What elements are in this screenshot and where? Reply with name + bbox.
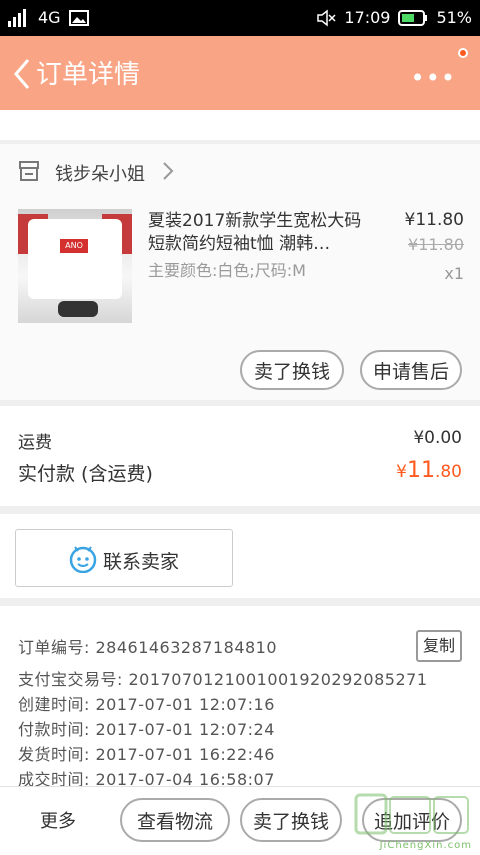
battery-icon [398, 9, 428, 26]
created-time: 创建时间: 2017-07-01 12:07:16 [18, 695, 275, 714]
chevron-right-icon [163, 162, 174, 180]
signal-icon [8, 8, 26, 27]
contact-seller-label: 联系卖家 [103, 551, 180, 573]
battery-percent: 51% [436, 8, 472, 27]
order-info-section: 订单编号: 28461463287184810 复制 支付宝交易号: 20170… [0, 606, 480, 789]
mute-icon [317, 8, 336, 27]
shop-name[interactable]: 钱步朵小姐 [55, 160, 145, 186]
resell-button[interactable]: 卖了换钱 [240, 350, 344, 390]
store-icon [19, 161, 39, 181]
paid-time: 付款时间: 2017-07-01 12:07:24 [18, 720, 275, 739]
status-bar: 4G 17:09 51% [0, 0, 480, 36]
paid-currency: ¥ [396, 462, 407, 482]
paid-decimal: .80 [434, 462, 462, 482]
bottom-action-bar: 更多 查看物流 卖了换钱 追加评价 JiChengXin.com [0, 786, 480, 855]
paid-integer: 11 [406, 458, 435, 483]
product-variant: 主要颜色:白色;尺码:M [148, 261, 306, 280]
status-left: 4G [8, 8, 89, 27]
more-button[interactable]: 更多 [40, 807, 76, 833]
thumb-shoes [58, 301, 98, 317]
paid-amount: ¥11.80 [396, 458, 462, 483]
product-title[interactable]: 夏装2017新款学生宽松大码短款简约短袖t恤 潮韩… [148, 210, 363, 256]
thumb-logo-tag: ANO [60, 239, 88, 253]
shop-row[interactable]: 钱步朵小姐 [0, 144, 480, 200]
alipay-trade-number: 支付宝交易号: 2017070121001001920292085271 [18, 670, 428, 689]
shipping-label: 运费 [18, 433, 52, 453]
image-icon [68, 9, 89, 26]
shipped-time: 发货时间: 2017-07-01 16:22:46 [18, 745, 275, 764]
shipping-value: ¥0.00 [413, 428, 462, 448]
thumb-tshirt [28, 219, 122, 299]
more-dots-icon[interactable]: ••• [411, 64, 456, 92]
contact-seller-button[interactable]: 联系卖家 [15, 529, 233, 587]
product-original-price: ¥11.80 [408, 235, 464, 254]
product-quantity: x1 [444, 264, 464, 283]
watermark-text: JiChengXin.com [379, 840, 472, 851]
page-title: 订单详情 [36, 60, 141, 90]
clock: 17:09 [344, 8, 391, 27]
paid-label: 实付款 (含运费) [18, 463, 153, 485]
copy-button[interactable]: 复制 [416, 630, 462, 662]
order-item: ANO 夏装2017新款学生宽松大码短款简约短袖t恤 潮韩… 主要颜色:白色;尺… [0, 200, 480, 400]
view-logistics-button[interactable]: 查看物流 [120, 798, 230, 842]
header: 订单详情 ••• [0, 36, 480, 110]
resell-bottom-button[interactable]: 卖了换钱 [240, 798, 342, 842]
order-number: 订单编号: 28461463287184810 [18, 638, 278, 657]
totals-section: 运费 ¥0.00 实付款 (含运费) ¥11.80 [0, 406, 480, 506]
status-right: 17:09 51% [316, 8, 472, 27]
after-sale-button[interactable]: 申请售后 [360, 350, 462, 390]
network-label: 4G [38, 8, 61, 27]
top-spacer [0, 110, 480, 140]
back-arrow-icon[interactable] [8, 56, 38, 92]
contact-section: 联系卖家 [0, 514, 480, 598]
notification-dot [458, 48, 468, 58]
product-price: ¥11.80 [404, 210, 464, 230]
product-thumbnail[interactable]: ANO [18, 209, 132, 323]
chat-bot-icon [69, 546, 97, 573]
